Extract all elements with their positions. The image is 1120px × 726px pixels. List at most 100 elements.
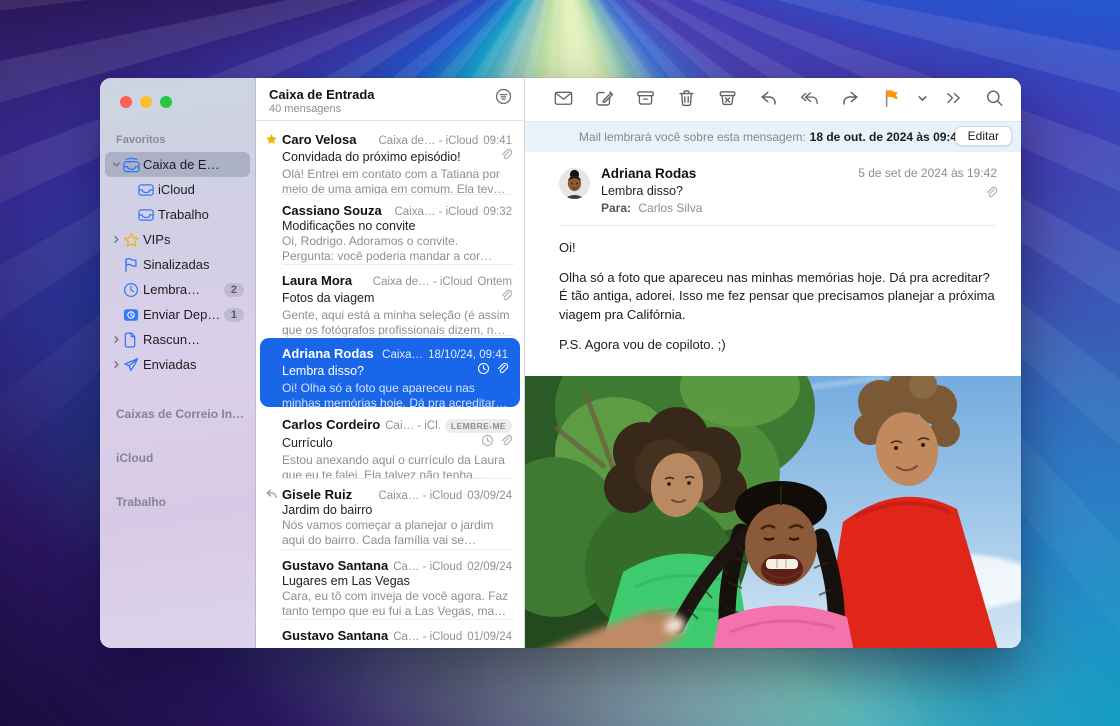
row-sender: Caro Velosa [282, 132, 356, 147]
tray-icon [138, 208, 158, 222]
message-sender: Adriana Rodas [601, 166, 702, 181]
message-row[interactable]: Gustavo Santana Ca… - iCloud 02/09/24 Lu… [256, 550, 524, 621]
sidebar-section-header[interactable]: Caixas de Correio In… [100, 407, 255, 421]
message-row[interactable]: Caro Velosa Caixa de… - iCloud 09:41 Con… [256, 124, 524, 195]
trash-icon [677, 89, 696, 110]
toolbar-button[interactable] [759, 89, 778, 110]
message-row[interactable]: Cassiano Souza Caixa… - iCloud 09:32 Mod… [256, 195, 524, 266]
toolbar [525, 78, 1021, 122]
toolbar-button[interactable] [718, 89, 737, 110]
compose-icon [595, 89, 614, 110]
row-sender: Gustavo Santana [282, 628, 388, 643]
filter-icon [495, 93, 512, 108]
to-recipient[interactable]: Carlos Silva [638, 201, 702, 215]
remind-me-badge: LEMBRE-ME [445, 419, 512, 433]
row-time: 02/09/24 [467, 561, 512, 573]
minimize-button[interactable] [140, 96, 152, 108]
paperclip-icon [499, 289, 512, 307]
reminder-date: 18 de out. de 2024 às 09:41. [810, 130, 967, 144]
chevron-right-icon[interactable] [110, 360, 123, 369]
sidebar-item-label: Caixa de E… [143, 157, 244, 172]
message-list-pane: Caixa de Entrada 40 mensagens Caro Velos… [256, 78, 524, 648]
message-rows[interactable]: Caro Velosa Caixa de… - iCloud 09:41 Con… [256, 121, 524, 648]
sidebar-item[interactable]: VIPs [105, 227, 250, 252]
row-preview: Nós vamos começar a planejar o jardim aq… [282, 518, 512, 548]
sidebar-section-header[interactable]: iCloud [100, 451, 255, 465]
sidebar-item-label: iCloud [158, 182, 244, 197]
row-preview: Olá! Entrei em contato com a Tatiana por… [282, 167, 512, 197]
toolbar-button[interactable] [841, 89, 860, 110]
more-icon [944, 89, 963, 110]
row-subject: Lugares em Las Vegas [282, 574, 512, 588]
row-sender: Laura Mora [282, 273, 352, 288]
row-subject: Jardim do bairro [282, 503, 512, 517]
toolbar-button[interactable] [944, 89, 963, 110]
sidebar-item[interactable]: Lembra… 2 [105, 277, 250, 302]
forward-icon [841, 89, 860, 110]
sidebar-item[interactable]: Rascun… [105, 327, 250, 352]
message-row[interactable]: Carlos Cordeiro Cai… - iCl… LEMBRE-ME Cu… [256, 409, 524, 480]
row-time: 03/09/24 [467, 490, 512, 502]
close-button[interactable] [120, 96, 132, 108]
message-row[interactable]: Adriana Rodas Caixa… 18/10/24, 09:41 Lem… [260, 338, 520, 407]
unread-badge: 2 [224, 283, 244, 297]
message-row[interactable]: Laura Mora Caixa de… - iCloud Ontem Foto… [256, 265, 524, 336]
row-time: 09:41 [483, 135, 512, 147]
row-account: Caixa… - iCloud [379, 490, 463, 502]
sidebar-item[interactable]: Enviar Dep… 1 [105, 302, 250, 327]
send-later-icon [123, 308, 143, 322]
chevron-right-icon[interactable] [110, 335, 123, 344]
search-icon [985, 89, 1004, 110]
filter-button[interactable] [495, 88, 512, 108]
sidebar-item[interactable]: Caixa de E… [105, 152, 250, 177]
reply-icon [759, 89, 778, 110]
message-body: Oi!Olha só a foto que apareceu nas minha… [525, 226, 1021, 376]
paperplane-icon [123, 357, 143, 373]
chevron-down-small-icon [917, 92, 928, 107]
row-account: Caixa de… - iCloud [373, 276, 473, 288]
sidebar-item[interactable]: Enviadas [105, 352, 250, 377]
sidebar-item[interactable]: Trabalho [105, 202, 250, 227]
chevron-down-icon[interactable] [110, 160, 123, 169]
message-date: 5 de set de 2024 às 19:42 [858, 166, 997, 180]
paperclip-icon[interactable] [984, 186, 997, 202]
reply-arrow-icon [263, 488, 279, 500]
sidebar-item[interactable]: Sinalizadas [105, 252, 250, 277]
message-row[interactable]: Gustavo Santana Ca… - iCloud 01/09/24 [256, 620, 524, 648]
sidebar-item-label: Sinalizadas [143, 257, 244, 272]
toolbar-button[interactable] [595, 89, 614, 110]
reminder-text: Mail lembrará você sobre esta mensagem: [579, 130, 806, 144]
unread-badge: 1 [224, 308, 244, 322]
sidebar-item-label: VIPs [143, 232, 244, 247]
toolbar-button[interactable] [917, 92, 928, 107]
sender-avatar[interactable] [559, 168, 590, 199]
sidebar-item-label: Enviadas [143, 357, 244, 372]
window-controls [100, 94, 255, 108]
body-paragraph: Oi! [559, 239, 997, 257]
message-row[interactable]: Gisele Ruiz Caixa… - iCloud 03/09/24 Jar… [256, 479, 524, 550]
row-account: Caixa… - iCloud [394, 206, 478, 218]
sidebar-section-header[interactable]: Trabalho [100, 495, 255, 509]
zoom-button[interactable] [160, 96, 172, 108]
edit-reminder-button[interactable]: Editar [955, 126, 1012, 146]
toolbar-button[interactable] [554, 89, 573, 110]
toolbar-button[interactable] [882, 89, 901, 110]
row-preview: Oi! Olha só a foto que apareceu nas minh… [282, 381, 508, 411]
toolbar-button[interactable] [985, 89, 1004, 110]
row-account: Caixa… [382, 349, 423, 361]
row-subject: Modificações no convite [282, 219, 512, 233]
sidebar-item-label: Trabalho [158, 207, 244, 222]
mailbox-title: Caixa de Entrada [269, 87, 512, 102]
favorites-header: Favoritos [100, 108, 255, 152]
row-subject: Fotos da viagem [282, 291, 499, 305]
toolbar-button[interactable] [636, 89, 655, 110]
row-preview: Cara, eu tô com inveja de você agora. Fa… [282, 589, 512, 619]
chevron-right-icon[interactable] [110, 235, 123, 244]
photo-attachment[interactable] [525, 376, 1021, 648]
toolbar-button[interactable] [800, 89, 819, 110]
paperclip-icon [499, 148, 512, 166]
row-subject: Lembra disso? [282, 364, 477, 378]
sidebar-item[interactable]: iCloud [105, 177, 250, 202]
reply-all-icon [800, 89, 819, 110]
toolbar-button[interactable] [677, 89, 696, 110]
